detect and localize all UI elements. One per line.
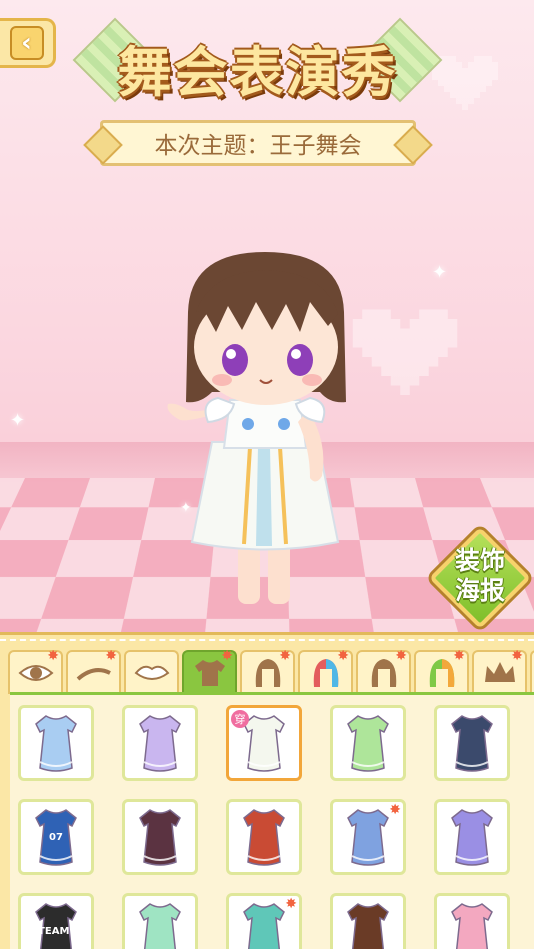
outfit-item-purple-polka-dress[interactable] bbox=[434, 799, 510, 875]
poster-button-label: 装饰 海报 bbox=[454, 546, 505, 605]
outfit-print-text: 07 bbox=[49, 832, 63, 843]
dress-icon bbox=[451, 715, 493, 772]
new-badge-icon: ✸ bbox=[279, 650, 291, 664]
decorate-poster-button[interactable]: 装饰 海报 bbox=[429, 527, 531, 629]
lips-icon bbox=[134, 665, 169, 680]
outfit-print-text: TEAM! bbox=[38, 926, 74, 937]
outfit-item-pink-flower-dress[interactable] bbox=[434, 893, 510, 949]
dress-icon bbox=[139, 715, 181, 772]
outfit-item-brown-armor[interactable] bbox=[330, 893, 406, 949]
dress-icon bbox=[451, 903, 493, 949]
outfit-item-white-fairy-dress[interactable]: 穿 bbox=[226, 705, 302, 781]
outfit-item-blue-sailor-dress[interactable] bbox=[18, 705, 94, 781]
dress-icon bbox=[347, 809, 389, 866]
outfit-item-blue-kimono[interactable]: ✸ bbox=[330, 799, 406, 875]
tab-long-hair[interactable]: ✸ bbox=[356, 650, 411, 694]
new-badge-icon: ✸ bbox=[337, 650, 349, 664]
tab-more[interactable]: ✸ bbox=[530, 650, 534, 694]
outfit-item-red-cape-gown[interactable] bbox=[226, 799, 302, 875]
tab-accessories[interactable]: ✸ bbox=[472, 650, 527, 694]
new-badge-icon: ✸ bbox=[47, 650, 59, 664]
outfit-item-green-frog-dress[interactable] bbox=[330, 705, 406, 781]
tab-hair-dye[interactable]: ✸ bbox=[414, 650, 469, 694]
outfit-item-maid-outfit[interactable] bbox=[122, 799, 198, 875]
theme-banner: 本次主题：王子舞会 bbox=[100, 120, 416, 166]
outfit-item-teal-qipao[interactable]: ✸ bbox=[226, 893, 302, 949]
dress-icon bbox=[35, 715, 77, 772]
outfit-item-mint-bear-dress[interactable] bbox=[122, 893, 198, 949]
new-badge-icon: ✸ bbox=[285, 896, 297, 912]
dress-icon bbox=[35, 903, 77, 949]
tab-hair-color[interactable]: ✸ bbox=[298, 650, 353, 694]
wearing-badge: 穿 bbox=[231, 710, 249, 728]
outfit-item-black-team-shirt[interactable]: TEAM! bbox=[18, 893, 94, 949]
sparkle-icon: ✦ bbox=[432, 262, 448, 283]
back-arrow-icon: ‹ bbox=[9, 26, 44, 60]
outfit-grid: 穿 07 ✸ TEAM! ✸ bbox=[18, 705, 534, 949]
tab-lips[interactable] bbox=[124, 650, 179, 694]
theme-label: 本次主题：王子舞会 bbox=[154, 133, 362, 159]
dress-icon bbox=[139, 903, 181, 949]
dress-icon bbox=[243, 809, 285, 866]
dress-icon bbox=[347, 903, 389, 949]
tab-eyes[interactable]: ✸ bbox=[8, 650, 63, 694]
new-badge-icon: ✸ bbox=[389, 802, 401, 818]
category-tabs: ✸ ✸ ✸ ✸ ✸ ✸ ✸ ✸ ✸ bbox=[8, 650, 534, 694]
title-banner: 舞会表演秀 bbox=[72, 10, 443, 114]
eye-icon bbox=[17, 665, 54, 681]
tab-hair[interactable]: ✸ bbox=[240, 650, 295, 694]
dress-icon bbox=[451, 809, 493, 866]
new-badge-icon: ✸ bbox=[453, 650, 465, 664]
tab-clothes[interactable]: ✸ bbox=[182, 650, 237, 694]
new-badge-icon: ✸ bbox=[511, 650, 523, 664]
eyebrow-icon bbox=[76, 668, 111, 681]
outfit-grid-area: 穿 07 ✸ TEAM! ✸ bbox=[10, 692, 534, 949]
dress-icon bbox=[243, 903, 285, 949]
outfit-item-navy-suspender-outfit[interactable] bbox=[434, 705, 510, 781]
outfit-item-jersey-07-dress[interactable]: 07 bbox=[18, 799, 94, 875]
back-button[interactable]: ‹ bbox=[0, 18, 56, 68]
dress-icon bbox=[347, 715, 389, 772]
outfit-item-lavender-tutu-dress[interactable] bbox=[122, 705, 198, 781]
tab-eyebrows[interactable]: ✸ bbox=[66, 650, 121, 694]
sparkle-icon: ✦ bbox=[10, 410, 26, 431]
dress-icon bbox=[139, 809, 181, 866]
page-title: 舞会表演秀 bbox=[117, 41, 398, 104]
new-badge-icon: ✸ bbox=[105, 650, 117, 664]
character-doll bbox=[167, 252, 346, 604]
new-badge-icon: ✸ bbox=[395, 650, 407, 664]
new-badge-icon: ✸ bbox=[221, 650, 233, 664]
